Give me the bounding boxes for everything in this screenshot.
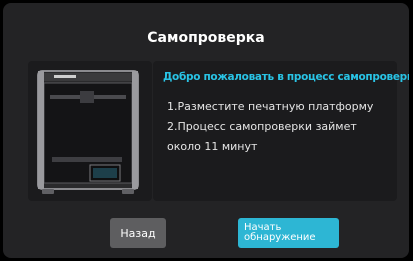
printer-image-panel — [28, 61, 152, 201]
back-button[interactable]: Назад — [110, 218, 166, 248]
start-detection-button[interactable]: Начать обнаружение — [238, 218, 339, 248]
self-check-dialog: Самопроверка Добро пожаловать в процесс … — [3, 3, 409, 258]
3d-printer-image — [37, 70, 139, 194]
welcome-heading: Добро пожаловать в процесс самопроверки — [163, 71, 409, 83]
info-panel: Добро пожаловать в процесс самопроверки … — [153, 61, 409, 201]
page-title: Самопроверка — [147, 30, 265, 46]
instruction-line: 2.Процесс самопроверки займет — [167, 120, 357, 133]
instructions-list: 1.Разместите печатную платформу 2.Процес… — [167, 97, 391, 157]
instruction-line: около 11 минут — [167, 140, 258, 153]
instruction-line: 1.Разместите печатную платформу — [167, 100, 374, 113]
start-button-label-line2: обнаружение — [244, 232, 316, 243]
back-button-label: Назад — [120, 226, 156, 240]
